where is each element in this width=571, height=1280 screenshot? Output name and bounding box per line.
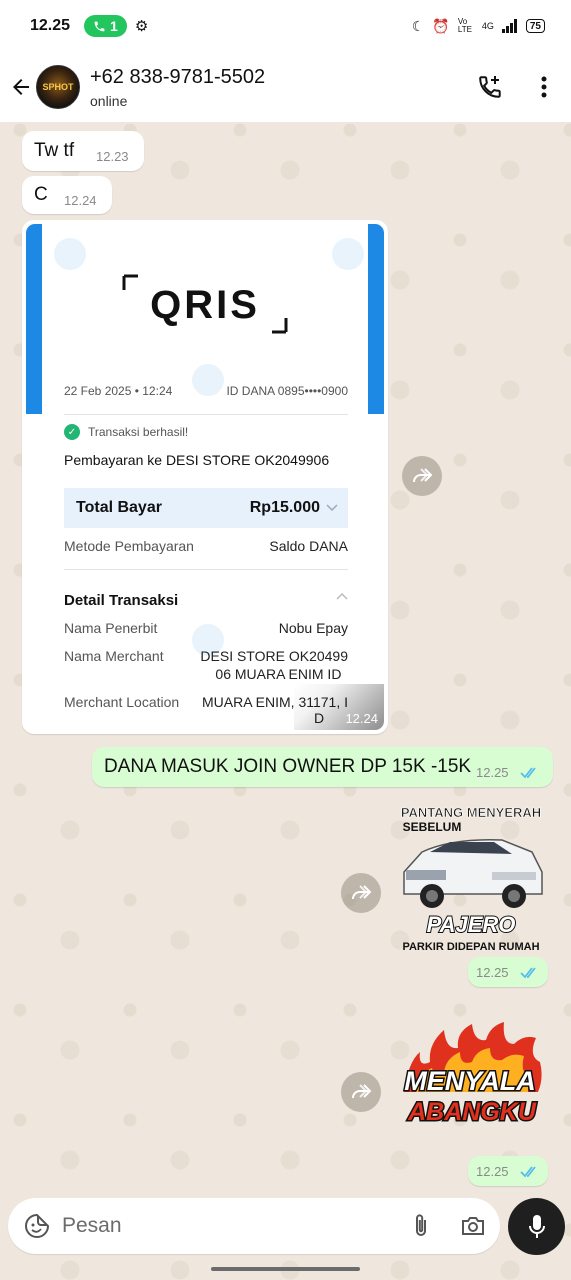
receipt-band-right bbox=[368, 224, 384, 414]
sticker-time-bubble: 12.25 bbox=[468, 1156, 548, 1186]
signal-bars-icon bbox=[501, 19, 517, 33]
receipt-method-label: Metode Pembayaran bbox=[64, 538, 194, 554]
message-text: DANA MASUK JOIN OWNER DP 15K -15K bbox=[104, 756, 472, 777]
receipt-issuer-row: Nama Penerbit Nobu Epay bbox=[64, 620, 348, 636]
receipt-image[interactable]: QRIS 22 Feb 2025 • 12:24 ID DANA 0895•••… bbox=[26, 224, 384, 730]
attach-icon[interactable] bbox=[408, 1213, 434, 1239]
alarm-icon: ⏰ bbox=[432, 17, 450, 34]
sticker-pajero-brand: PAJERO bbox=[427, 912, 516, 937]
contact-status: online bbox=[90, 92, 128, 109]
phone-icon bbox=[94, 21, 105, 31]
sticker-menyala[interactable]: MENYALA ABANGKU bbox=[394, 1022, 548, 1134]
message-bubble-incoming[interactable]: Tw tf 12.23 bbox=[22, 131, 144, 171]
receipt-details-header: Detail Transaksi bbox=[64, 592, 348, 609]
receipt-divider bbox=[64, 414, 348, 415]
status-indicators: ☾ ⏰ Vo LTE 4G 75 bbox=[412, 18, 545, 35]
message-time: 12.25 bbox=[476, 965, 509, 980]
receipt-payment-to: Pembayaran ke DESI STORE OK2049906 bbox=[64, 452, 330, 468]
receipt-total-box: Total Bayar Rp15.000 bbox=[64, 488, 348, 528]
mic-icon bbox=[528, 1214, 545, 1238]
receipt-merchant-value-2: 06 MUARA ENIM ID bbox=[215, 666, 342, 682]
receipt-total-label: Total Bayar bbox=[76, 499, 162, 516]
receipt-divider bbox=[64, 569, 348, 570]
forward-button[interactable] bbox=[341, 1072, 381, 1112]
message-text: C bbox=[34, 184, 48, 205]
menyala-sticker-art: MENYALA ABANGKU bbox=[403, 1022, 542, 1128]
message-bubble-incoming[interactable]: C 12.24 bbox=[22, 176, 112, 214]
avatar-logo-text: SPHOT bbox=[42, 82, 74, 92]
success-check-icon: ✓ bbox=[64, 424, 80, 440]
forward-icon bbox=[352, 1084, 372, 1099]
signal-label: 4G bbox=[481, 21, 494, 31]
battery-indicator: 75 bbox=[525, 19, 545, 33]
ongoing-call-pill[interactable]: 1 bbox=[84, 15, 127, 37]
message-time: 12.23 bbox=[96, 149, 129, 164]
camera-icon[interactable] bbox=[460, 1213, 486, 1239]
read-receipt-icon bbox=[520, 1166, 536, 1178]
forward-button[interactable] bbox=[341, 873, 381, 913]
dana-watermark bbox=[54, 238, 86, 270]
status-time: 12.25 bbox=[30, 17, 71, 34]
sticker-pajero[interactable]: PANTANG MENYERAH SEBELUM PAJERO PARKIR D… bbox=[392, 802, 550, 954]
receipt-total-value: Rp15.000 bbox=[249, 499, 320, 516]
sticker-pajero-bottom: PARKIR DIDEPAN RUMAH bbox=[402, 941, 539, 953]
dana-watermark bbox=[332, 238, 364, 270]
receipt-date-row: 22 Feb 2025 • 12:24 ID DANA 0895••••0900 bbox=[64, 384, 348, 398]
message-text: Tw tf bbox=[34, 140, 75, 161]
image-message[interactable]: QRIS 22 Feb 2025 • 12:24 ID DANA 0895•••… bbox=[22, 220, 388, 734]
back-arrow-icon[interactable] bbox=[8, 74, 34, 100]
read-receipt-icon bbox=[520, 967, 536, 979]
receipt-dana-id: ID DANA 0895••••0900 bbox=[226, 384, 348, 398]
sticker-menyala-line-1: MENYALA bbox=[404, 1066, 536, 1096]
contact-name: +62 838-9781-5502 bbox=[90, 65, 266, 88]
receipt-merchant-value: DESI STORE OK20499 bbox=[200, 648, 348, 664]
forward-button[interactable] bbox=[402, 456, 442, 496]
message-time: 12.25 bbox=[476, 1164, 509, 1179]
chevron-up-icon bbox=[336, 592, 348, 600]
voice-record-button[interactable] bbox=[508, 1198, 565, 1255]
receipt-date: 22 Feb 2025 • 12:24 bbox=[64, 384, 173, 398]
message-bubble-outgoing[interactable]: DANA MASUK JOIN OWNER DP 15K -15K 12.25 bbox=[92, 747, 553, 787]
message-time: 12.24 bbox=[345, 711, 378, 726]
message-input-bar[interactable]: Pesan bbox=[8, 1198, 500, 1254]
receipt-location-label: Merchant Location bbox=[64, 694, 180, 710]
home-indicator[interactable] bbox=[211, 1267, 360, 1271]
receipt-issuer-label: Nama Penerbit bbox=[64, 620, 158, 636]
qris-logo: QRIS bbox=[122, 274, 288, 334]
message-time: 12.24 bbox=[64, 193, 97, 208]
receipt-merchant-row: Nama Merchant DESI STORE OK20499 06 MUAR… bbox=[64, 648, 348, 682]
contact-info[interactable]: +62 838-9781-5502 online bbox=[90, 66, 265, 109]
receipt-card: QRIS 22 Feb 2025 • 12:24 ID DANA 0895•••… bbox=[42, 224, 368, 730]
sticker-emoji-icon[interactable] bbox=[24, 1213, 50, 1239]
add-call-icon[interactable] bbox=[477, 74, 503, 100]
qris-logo-text: QRIS bbox=[150, 283, 260, 327]
sticker-menyala-line-2: ABANGKU bbox=[407, 1098, 537, 1126]
sticker-time-bubble: 12.25 bbox=[468, 957, 548, 987]
call-count: 1 bbox=[110, 18, 118, 34]
volte-label: Vo LTE bbox=[457, 17, 472, 34]
chevron-down-icon bbox=[326, 504, 338, 512]
sticker-pajero-line-2: SEBELUM bbox=[403, 820, 462, 834]
status-bar: 12.25 1 ⚙ ☾ ⏰ Vo LTE 4G 75 bbox=[0, 0, 571, 52]
receipt-method-value: Saldo DANA bbox=[269, 538, 348, 554]
pajero-sticker-art: PANTANG MENYERAH SEBELUM PAJERO PARKIR D… bbox=[401, 805, 543, 953]
battery-level: 75 bbox=[529, 20, 541, 32]
receipt-issuer-value: Nobu Epay bbox=[278, 620, 348, 636]
moon-icon: ☾ bbox=[411, 17, 425, 34]
receipt-method-row: Metode Pembayaran Saldo DANA bbox=[64, 538, 348, 554]
sticker-pajero-line-1: PANTANG MENYERAH bbox=[401, 805, 541, 820]
receipt-band-left bbox=[26, 224, 42, 414]
read-receipt-icon bbox=[520, 767, 536, 779]
message-input[interactable]: Pesan bbox=[62, 1214, 408, 1238]
receipt-details-title: Detail Transaksi bbox=[64, 592, 179, 609]
forward-icon bbox=[352, 885, 372, 900]
contact-avatar[interactable]: SPHOT bbox=[36, 65, 80, 109]
receipt-merchant-label: Nama Merchant bbox=[64, 648, 164, 664]
receipt-success: Transaksi berhasil! bbox=[88, 425, 189, 439]
settings-gear-icon: ⚙ bbox=[134, 18, 149, 35]
message-time: 12.25 bbox=[476, 765, 509, 780]
forward-icon bbox=[413, 468, 433, 483]
more-options-icon[interactable] bbox=[531, 74, 557, 100]
chat-header: SPHOT +62 838-9781-5502 online bbox=[0, 52, 571, 122]
